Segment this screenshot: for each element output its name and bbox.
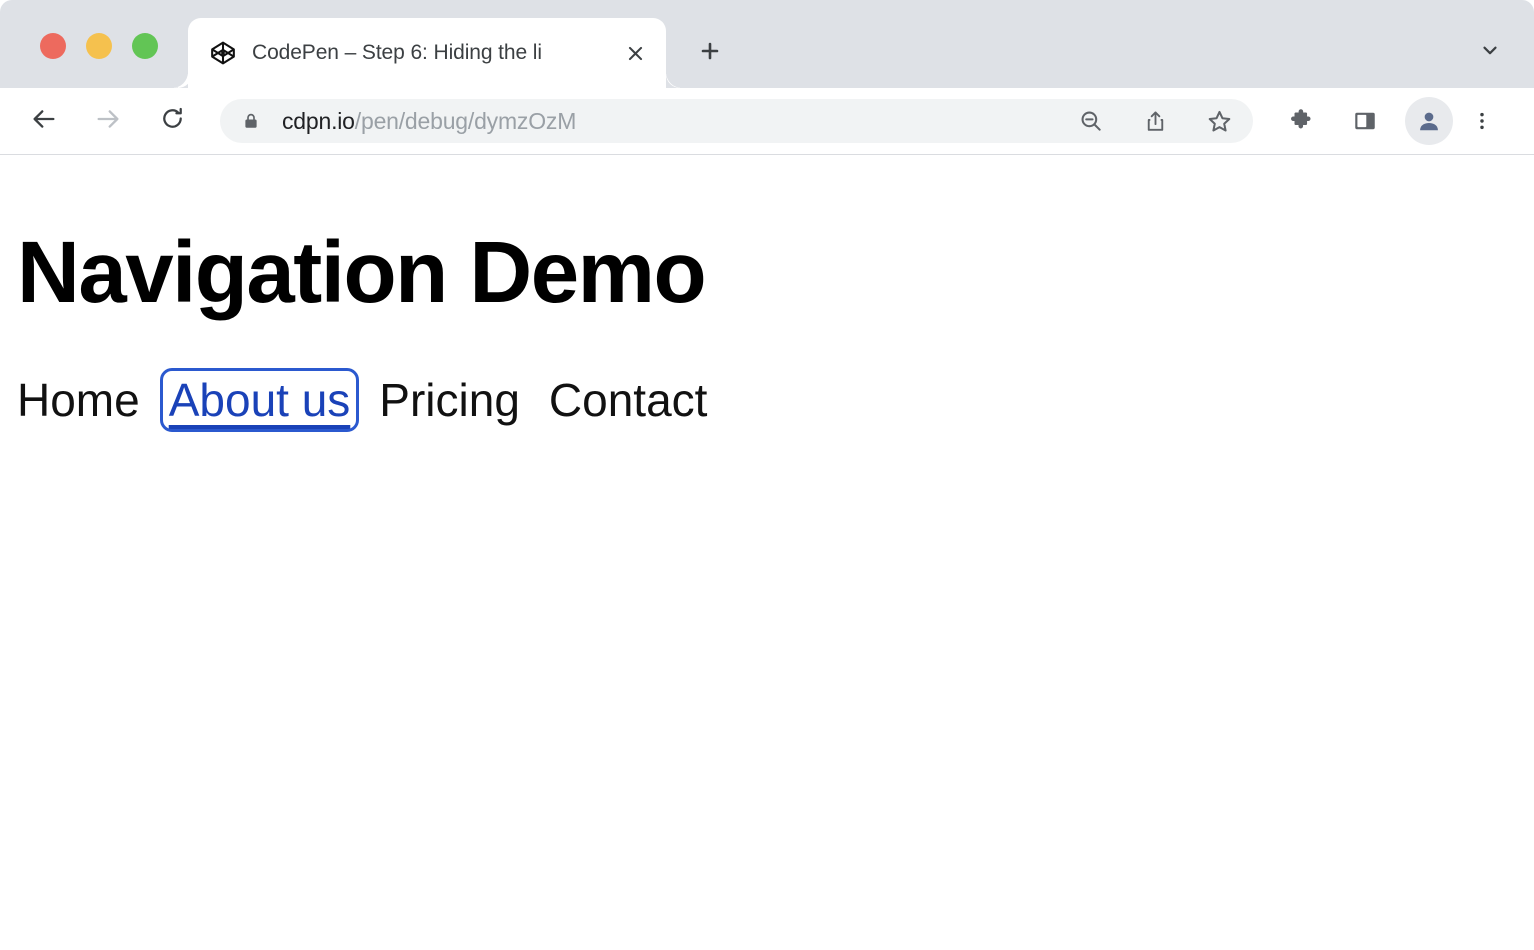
site-navigation: Home About us Pricing Contact [17, 377, 1534, 423]
forward-button [84, 97, 132, 145]
maximize-window-button[interactable] [132, 33, 158, 59]
address-bar[interactable]: cdpn.io/pen/debug/dymzOzM [220, 99, 1253, 143]
page-viewport: Navigation Demo Home About us Pricing Co… [0, 155, 1534, 949]
zoom-out-icon[interactable] [1071, 101, 1111, 141]
arrow-right-icon [94, 105, 122, 138]
arrow-left-icon [30, 105, 58, 138]
back-button[interactable] [20, 97, 68, 145]
profile-avatar-icon[interactable] [1405, 97, 1453, 145]
omnibox-actions [1071, 101, 1239, 141]
close-window-button[interactable] [40, 33, 66, 59]
minimize-window-button[interactable] [86, 33, 112, 59]
share-icon[interactable] [1135, 101, 1175, 141]
lock-icon[interactable] [242, 110, 260, 132]
page-title: Navigation Demo [17, 229, 1534, 316]
nav-link-pricing[interactable]: Pricing [379, 377, 520, 423]
nav-link-contact[interactable]: Contact [549, 377, 708, 423]
window-controls [40, 33, 158, 59]
tab-strip: CodePen – Step 6: Hiding the li [0, 0, 1534, 88]
url-path: /pen/debug/dymzOzM [355, 108, 576, 134]
extensions-puzzle-icon[interactable] [1277, 97, 1325, 145]
url-host: cdpn.io [282, 108, 355, 134]
tab-title: CodePen – Step 6: Hiding the li [252, 41, 614, 65]
new-tab-button[interactable] [688, 31, 732, 75]
chevron-down-icon [1479, 39, 1501, 66]
reload-button[interactable] [148, 97, 196, 145]
codepen-logo-icon [210, 40, 236, 66]
reload-icon [159, 105, 186, 137]
tab-curve-right [666, 72, 682, 88]
browser-tab-active[interactable]: CodePen – Step 6: Hiding the li [188, 18, 666, 88]
tab-search-button[interactable] [1468, 30, 1512, 74]
nav-link-about-us[interactable]: About us [169, 377, 351, 423]
tab-curve-left [172, 72, 188, 88]
url-text[interactable]: cdpn.io/pen/debug/dymzOzM [282, 108, 1071, 135]
bookmark-star-icon[interactable] [1199, 101, 1239, 141]
close-icon[interactable] [614, 32, 656, 74]
side-panel-icon[interactable] [1341, 97, 1389, 145]
browser-window: CodePen – Step 6: Hiding the li [0, 0, 1534, 950]
plus-icon [698, 39, 722, 68]
nav-link-home[interactable]: Home [17, 377, 140, 423]
three-dot-menu-icon[interactable] [1465, 97, 1499, 145]
browser-toolbar: cdpn.io/pen/debug/dymzOzM [0, 88, 1534, 155]
